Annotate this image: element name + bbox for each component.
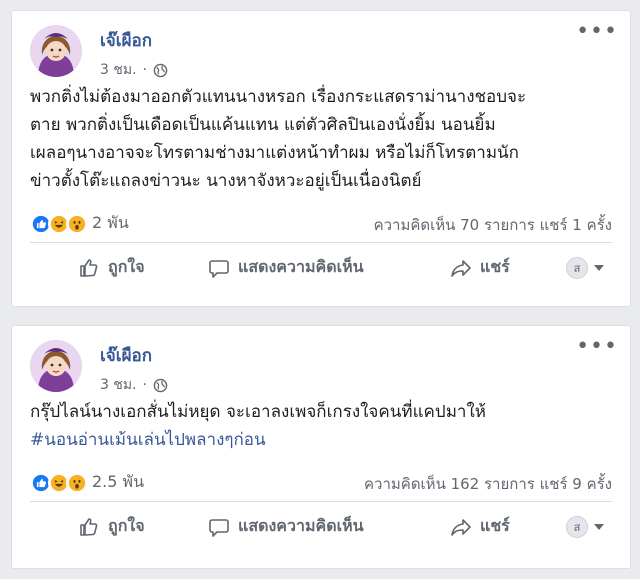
comment-label: แสดงความคิดเห็น	[238, 257, 364, 276]
thumbs-up-icon	[80, 258, 98, 277]
more-options-icon[interactable]: •••	[576, 336, 618, 358]
post-stats: 2 พัน ความคิดเห็น 70 รายการ แชร์ 1 ครั้ง	[30, 203, 612, 243]
comment-share-count[interactable]: ความคิดเห็น 70 รายการ แชร์ 1 ครั้ง	[374, 213, 612, 237]
comment-share-count[interactable]: ความคิดเห็น 162 รายการ แชร์ 9 ครั้ง	[364, 472, 612, 496]
post-header: เจ๊เผือก 3 ชม. · •••	[12, 11, 630, 83]
author-avatar[interactable]	[30, 340, 82, 392]
comment-button[interactable]: แสดงความคิดเห็น	[208, 255, 364, 280]
post-text-line: ข่าวตั้งโต๊ะแถลงข่าวนะ นางหาจังหวะอยู่เป…	[30, 171, 422, 191]
globe-icon[interactable]	[153, 63, 168, 78]
chevron-down-icon	[594, 265, 604, 271]
post-text: กรุ๊ปไลน์นางเอกสั่นไม่หยุด จะเอาลงเพจก็เ…	[12, 398, 630, 454]
comment-label: แสดงความคิดเห็น	[238, 516, 364, 535]
reaction-count: 2 พัน	[92, 213, 129, 232]
post-meta: 3 ชม. ·	[100, 374, 168, 396]
like-label: ถูกใจ	[108, 516, 145, 535]
post-text-line: กรุ๊ปไลน์นางเอกสั่นไม่หยุด จะเอาลงเพจก็เ…	[30, 402, 486, 422]
share-icon	[451, 518, 471, 536]
reaction-count: 2.5 พัน	[92, 472, 145, 491]
audience-selector[interactable]: ส	[566, 257, 604, 279]
meta-separator: ·	[142, 62, 147, 78]
share-button[interactable]: แชร์	[450, 255, 510, 280]
author-name[interactable]: เจ๊เผือก	[100, 27, 152, 54]
more-options-icon[interactable]: •••	[576, 21, 618, 43]
post-stats: 2.5 พัน ความคิดเห็น 162 รายการ แชร์ 9 คร…	[30, 462, 612, 502]
meta-separator: ·	[142, 377, 147, 393]
viewer-avatar: ส	[566, 257, 588, 279]
wow-reaction-icon	[66, 212, 88, 235]
post-text-line: เผลอๆนางอาจจะโทรตามช่างมาแต่งหน้าทำผม หร…	[30, 143, 519, 163]
post-actions: ถูกใจ แสดงความคิดเห็น แชร์ ส	[30, 243, 612, 293]
post-card: เจ๊เผือก 3 ชม. · ••• กรุ๊ปไลน์นางเอกสั่น…	[11, 325, 631, 569]
like-button[interactable]: ถูกใจ	[78, 514, 145, 539]
hashtag-link[interactable]: #นอนอ่านเม้นเล่นไปพลางๆก่อน	[30, 426, 612, 454]
like-label: ถูกใจ	[108, 257, 145, 276]
globe-icon[interactable]	[153, 378, 168, 393]
post-header: เจ๊เผือก 3 ชม. · •••	[12, 326, 630, 398]
like-button[interactable]: ถูกใจ	[78, 255, 145, 280]
post-text: พวกติ่งไม่ต้องมาออกตัวแทนนางหรอก เรื่องก…	[12, 83, 630, 195]
author-avatar[interactable]	[30, 25, 82, 77]
audience-selector[interactable]: ส	[566, 516, 604, 538]
post-text-line: ตาย พวกติ่งเป็นเดือดเป็นแค้นแทน แต่ตัวศิ…	[30, 115, 496, 135]
author-name[interactable]: เจ๊เผือก	[100, 342, 152, 369]
chevron-down-icon	[594, 524, 604, 530]
viewer-avatar: ส	[566, 516, 588, 538]
share-label: แชร์	[480, 516, 510, 535]
comment-button[interactable]: แสดงความคิดเห็น	[208, 514, 364, 539]
reactions-summary[interactable]: 2.5 พัน	[30, 470, 144, 495]
thumbs-up-icon	[80, 517, 98, 536]
post-text-line: พวกติ่งไม่ต้องมาออกตัวแทนนางหรอก เรื่องก…	[30, 87, 527, 107]
wow-reaction-icon	[66, 471, 88, 494]
post-time[interactable]: 3 ชม.	[100, 374, 137, 396]
share-icon	[451, 259, 471, 277]
share-label: แชร์	[480, 257, 510, 276]
reactions-summary[interactable]: 2 พัน	[30, 211, 129, 236]
comment-icon	[209, 518, 229, 537]
post-meta: 3 ชม. ·	[100, 59, 168, 81]
post-time[interactable]: 3 ชม.	[100, 59, 137, 81]
post-card: เจ๊เผือก 3 ชม. · ••• พวกติ่งไม่ต้องมาออก…	[11, 10, 631, 307]
comment-icon	[209, 259, 229, 278]
post-actions: ถูกใจ แสดงความคิดเห็น แชร์ ส	[30, 502, 612, 552]
share-button[interactable]: แชร์	[450, 514, 510, 539]
